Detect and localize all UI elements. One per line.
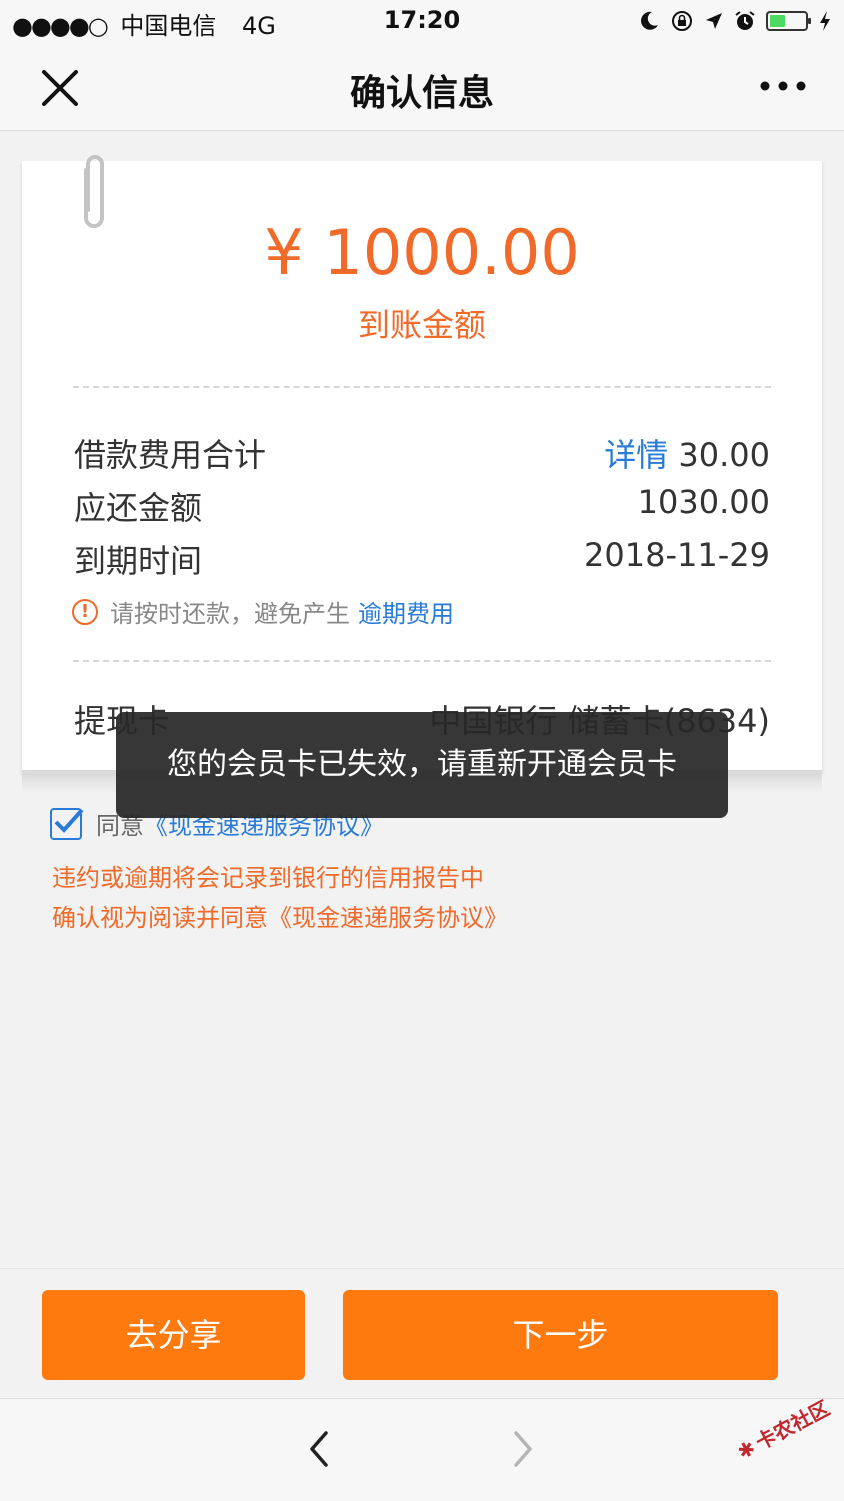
status-bar: ●●●●○ 中国电信 4G 17:20 bbox=[0, 0, 844, 44]
divider bbox=[73, 386, 771, 388]
forward-arrow-icon[interactable] bbox=[502, 1429, 542, 1469]
back-arrow-icon[interactable] bbox=[300, 1429, 340, 1469]
repay-amount-label: 应还金额 bbox=[74, 489, 203, 527]
fee-details-link[interactable]: 详情 bbox=[604, 436, 668, 474]
fee-total-amount: 30.00 bbox=[678, 436, 770, 474]
warning-icon: ! bbox=[72, 598, 98, 625]
location-icon bbox=[706, 13, 722, 29]
more-icon[interactable] bbox=[758, 64, 808, 108]
page-title: 确认信息 bbox=[349, 73, 494, 114]
divider bbox=[73, 660, 771, 662]
rotation-lock-icon bbox=[672, 11, 692, 31]
agreement-confirm-notice: 确认视为阅读并同意《现金速递服务协议》 bbox=[52, 904, 508, 932]
next-step-button[interactable]: 下一步 bbox=[343, 1290, 778, 1380]
due-date-label: 到期时间 bbox=[74, 542, 203, 580]
charging-icon bbox=[820, 11, 830, 31]
battery-level-fill bbox=[770, 15, 785, 27]
fee-total-label: 借款费用合计 bbox=[74, 436, 267, 474]
membership-expired-toast: 您的会员卡已失效，请重新开通会员卡 bbox=[116, 712, 728, 818]
nav-bar: 确认信息 bbox=[0, 44, 844, 131]
due-date-value: 2018-11-29 bbox=[584, 536, 770, 574]
moon-icon bbox=[641, 11, 658, 30]
share-button[interactable]: 去分享 bbox=[42, 1290, 305, 1380]
agreement-checkbox[interactable] bbox=[50, 807, 84, 840]
battery-icon bbox=[766, 11, 811, 31]
status-icons bbox=[638, 8, 832, 34]
browser-toolbar bbox=[0, 1398, 844, 1501]
repay-amount-value: 1030.00 bbox=[637, 483, 770, 521]
credit-report-notice: 违约或逾期将会记录到银行的信用报告中 bbox=[52, 864, 484, 892]
warning-text: 请按时还款，避免产生 bbox=[110, 600, 350, 628]
fee-total-value: 详情 30.00 bbox=[604, 430, 770, 476]
received-amount-label: 到账金额 bbox=[357, 306, 486, 344]
received-amount: ¥ 1000.00 bbox=[264, 216, 580, 289]
alarm-icon bbox=[735, 11, 755, 30]
overdue-fee-link[interactable]: 逾期费用 bbox=[358, 594, 454, 629]
overdue-warning: ! 请按时还款，避免产生 逾期费用 bbox=[72, 594, 454, 629]
check-icon bbox=[54, 808, 84, 833]
